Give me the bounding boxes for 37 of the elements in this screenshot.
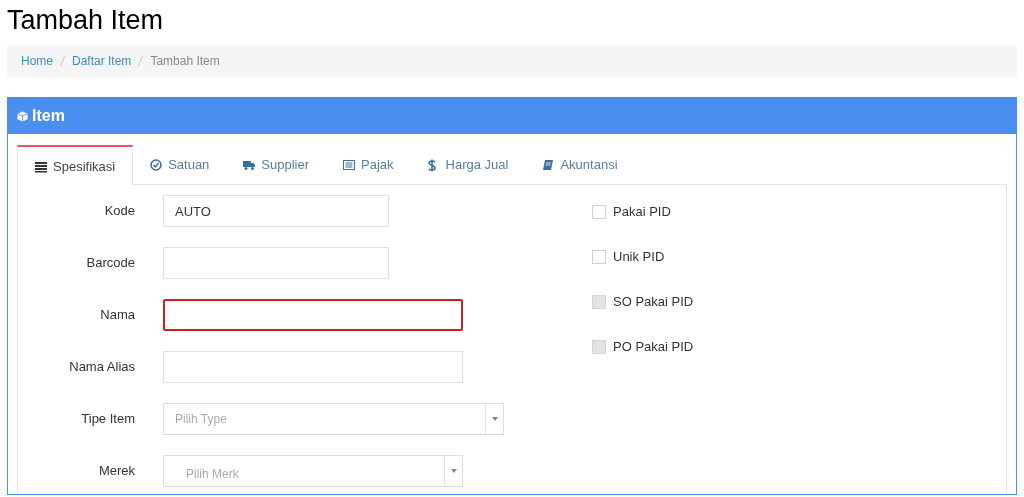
checkbox-label: PO Pakai PID: [613, 338, 694, 357]
tab[interactable]: Supplier: [226, 145, 327, 185]
tab[interactable]: Spesifikasi: [17, 145, 134, 186]
field-label: Tipe Item: [80, 410, 135, 429]
checkbox-label: Unik PID: [613, 248, 665, 267]
checkbox-label: SO Pakai PID: [613, 293, 694, 312]
document-icon: [343, 159, 356, 171]
checkbox[interactable]: [592, 250, 606, 264]
list-icon: [35, 160, 47, 173]
tab[interactable]: Pajak: [326, 145, 411, 185]
field-label: Nama Alias: [68, 358, 135, 377]
select-field[interactable]: Pilih Merk: [163, 455, 463, 487]
breadcrumb-separator: [138, 56, 144, 66]
field-label: Barcode: [85, 254, 135, 273]
breadcrumb-link[interactable]: Home: [21, 52, 53, 70]
truck-icon: [243, 159, 256, 171]
field-label: Merek: [97, 462, 135, 481]
panel-title: Item: [32, 106, 65, 126]
text-field[interactable]: AUTO: [163, 195, 389, 227]
breadcrumb-link[interactable]: Daftar Item: [72, 52, 132, 70]
text-field[interactable]: [163, 299, 463, 331]
field-label: Nama: [99, 306, 135, 325]
tab[interactable]: Satuan: [133, 145, 227, 185]
select-field[interactable]: Pilih Type: [163, 403, 504, 435]
breadcrumb-separator: [60, 56, 65, 66]
book-icon: [542, 159, 555, 171]
caret-icon: [450, 469, 457, 473]
breadcrumb-current: Tambah Item: [150, 53, 220, 70]
tab[interactable]: Harga Jual: [410, 145, 526, 185]
cube-icon: [17, 110, 28, 122]
page-title: Tambah Item: [7, 4, 165, 37]
checkbox[interactable]: [592, 205, 606, 219]
tab[interactable]: Akuntansi: [525, 145, 635, 185]
checkbox-label: Pakai PID: [613, 203, 671, 222]
check-circle-icon: [150, 159, 163, 171]
caret-icon: [491, 417, 498, 421]
field-label: Kode: [103, 202, 135, 221]
